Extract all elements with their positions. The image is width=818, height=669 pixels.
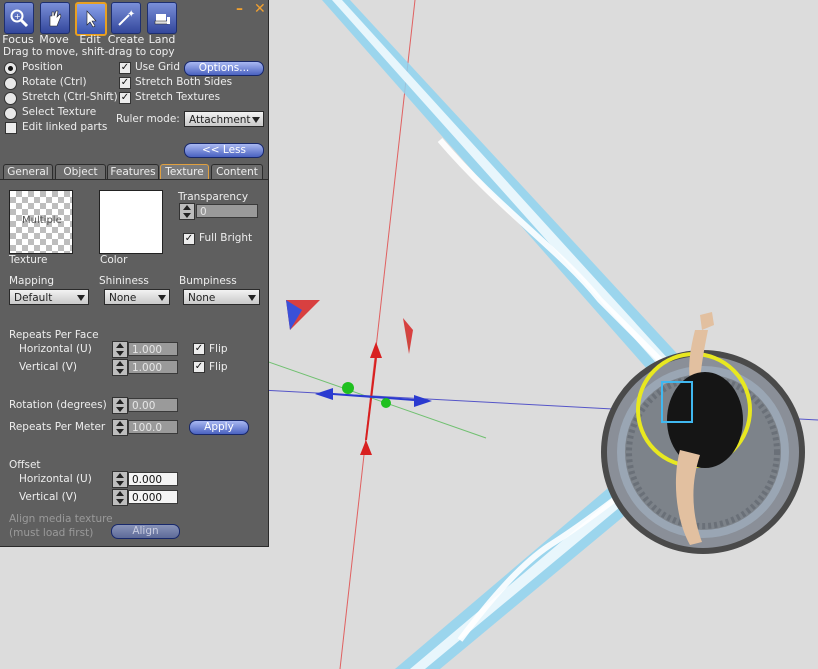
svg-text:+: + [14,12,21,21]
rotation-spinner[interactable] [112,397,128,414]
svg-text:✦: ✦ [127,9,135,20]
shininess-value: None [109,292,137,304]
focus-tool-button[interactable]: + [4,2,34,34]
repeats-per-meter-label: Repeats Per Meter [9,421,106,433]
magnifier-icon: + [10,9,29,28]
mapping-label: Mapping [9,275,55,287]
transparency-label: Transparency [178,191,249,203]
tab-object[interactable]: Object [55,164,106,179]
repeats-per-face-label: Repeats Per Face [9,329,99,341]
mapping-dropdown[interactable]: Default [9,289,89,305]
tab-general[interactable]: General [3,164,53,179]
chevron-down-icon [77,295,85,301]
options-button[interactable]: Options... [184,61,264,76]
move-tool-label: Move [39,33,69,46]
edit-tool-button[interactable] [75,2,107,36]
rotation-field[interactable]: 0.00 [128,398,178,412]
build-floater: – ✕ + ✦ Focus Move Edit Create Land Drag… [0,0,269,547]
bumpiness-label: Bumpiness [179,275,237,287]
offset-u-spinner[interactable] [112,471,128,488]
move-tool-button[interactable] [40,2,70,34]
position-radio-label: Position [22,61,63,73]
rotation-label: Rotation (degrees) [9,399,107,411]
create-tool-label: Create [107,33,145,46]
stretch-textures-label: Stretch Textures [135,91,221,103]
edit-tool-label: Edit [79,33,101,46]
flip-v-label: Flip [209,361,228,373]
rotate-radio-label: Rotate (Ctrl) [22,76,87,88]
drag-hint: Drag to move, shift-drag to copy [3,46,175,58]
select-texture-radio[interactable] [4,107,17,120]
transparency-spinner[interactable] [179,203,195,220]
repeats-u-spinner[interactable] [112,341,128,358]
hand-icon [49,10,62,27]
stretch-both-sides-checkbox[interactable]: ✓ [119,77,131,89]
align-media-note: (must load first) [9,527,94,539]
land-tool-label: Land [148,33,176,46]
align-media-label: Align media texture [9,513,113,525]
offset-v-spinner[interactable] [112,489,128,506]
repeats-v-field[interactable]: 1.000 [128,360,178,374]
repeats-u-field[interactable]: 1.000 [128,342,178,356]
position-radio[interactable] [4,62,17,75]
use-grid-checkbox[interactable]: ✓ [119,62,131,74]
less-button[interactable]: << Less [184,143,264,158]
tab-features[interactable]: Features [107,164,159,179]
transparency-field[interactable]: 0 [196,204,258,218]
flip-u-label: Flip [209,343,228,355]
align-button[interactable]: Align [111,524,180,539]
close-button[interactable]: ✕ [254,1,266,17]
focus-tool-label: Focus [2,33,34,46]
mapping-value: Default [14,292,53,304]
wand-icon: ✦ [118,9,135,26]
chevron-down-icon [252,117,260,123]
shininess-dropdown[interactable]: None [104,289,170,305]
tab-texture[interactable]: Texture [160,164,209,179]
offset-v-field[interactable]: 0.000 [128,490,178,504]
flip-v-checkbox[interactable]: ✓ [193,361,205,373]
repeats-v-label: Vertical (V) [19,361,78,373]
flip-u-checkbox[interactable]: ✓ [193,343,205,355]
minimize-button[interactable]: – [236,1,243,17]
rotate-radio[interactable] [4,77,17,90]
chevron-down-icon [248,295,256,301]
tab-divider [0,179,268,180]
bumpiness-dropdown[interactable]: None [183,289,260,305]
stretch-radio[interactable] [4,92,17,105]
stretch-both-sides-label: Stretch Both Sides [135,76,233,88]
texture-swatch-overlay: Multiple [22,215,62,226]
create-tool-button[interactable]: ✦ [111,2,141,34]
offset-u-field[interactable]: 0.000 [128,472,178,486]
offset-u-label: Horizontal (U) [19,473,92,485]
ruler-mode-value: Attachment [189,114,251,126]
ruler-mode-dropdown[interactable]: Attachment [184,111,264,127]
chevron-down-icon [158,295,166,301]
ruler-mode-label: Ruler mode: [116,113,180,125]
select-texture-radio-label: Select Texture [22,106,97,118]
offset-v-label: Vertical (V) [19,491,78,503]
stretch-radio-label: Stretch (Ctrl-Shift) [22,91,118,103]
repeats-per-meter-field[interactable]: 100.0 [128,420,178,434]
stretch-textures-checkbox[interactable]: ✓ [119,92,131,104]
edit-linked-label: Edit linked parts [22,121,108,133]
land-tool-button[interactable] [147,2,177,34]
edit-linked-checkbox[interactable] [5,122,17,134]
bumpiness-value: None [188,292,216,304]
repeats-u-label: Horizontal (U) [19,343,92,355]
color-label: Color [100,254,128,266]
pointer-icon [86,10,97,28]
tab-content[interactable]: Content [211,164,263,179]
full-bright-label: Full Bright [199,232,253,244]
color-swatch[interactable] [99,190,163,254]
use-grid-label: Use Grid [135,61,180,73]
apply-button[interactable]: Apply [189,420,249,435]
shininess-label: Shininess [99,275,149,287]
texture-label: Texture [9,254,48,266]
bulldozer-icon [154,14,170,25]
repeats-v-spinner[interactable] [112,359,128,376]
offset-label: Offset [9,459,41,471]
full-bright-checkbox[interactable]: ✓ [183,233,195,245]
repeats-per-meter-spinner[interactable] [112,419,128,436]
texture-swatch[interactable]: Multiple [9,190,73,254]
